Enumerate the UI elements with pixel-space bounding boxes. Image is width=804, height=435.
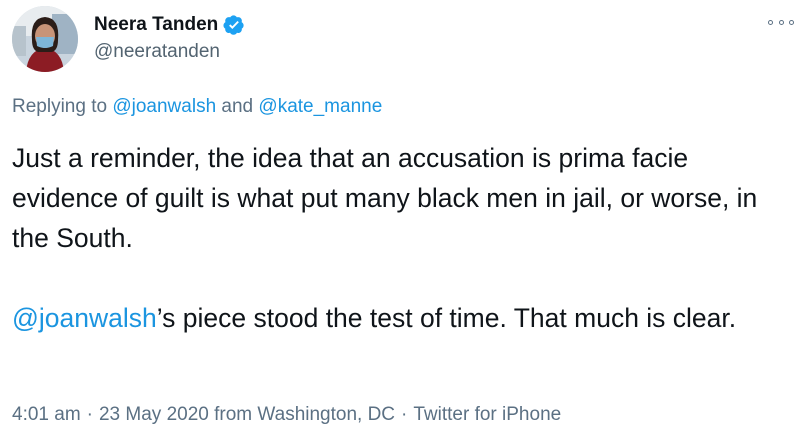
display-name[interactable]: Neera Tanden (94, 14, 218, 36)
profile-photo (12, 6, 78, 72)
tweet-time[interactable]: 4:01 am (12, 404, 81, 425)
tweet: Neera Tanden @neeratanden Replying to @j… (0, 0, 804, 435)
more-dot (789, 19, 794, 25)
replying-conjunction: and (216, 96, 259, 117)
more-options-icon[interactable] (768, 14, 794, 30)
tweet-metadata: 4:01 am · 23 May 2020 from Washington, DC ·… (12, 404, 561, 426)
tweet-text-paragraph-2: @joanwalsh’s piece stood the test of tim… (12, 298, 792, 338)
separator: · (401, 404, 408, 425)
replying-to: Replying to @joanwalsh and @kate_manne (12, 96, 382, 118)
tweet-text-paragraph-1: Just a reminder, the idea that an accusa… (12, 143, 765, 253)
verified-badge-icon (223, 15, 244, 35)
separator: · (86, 404, 93, 425)
mention-kate-manne[interactable]: @kate_manne (258, 96, 382, 117)
paragraph-2-text: ’s piece stood the test of time. That mu… (156, 303, 737, 333)
mention-joanwalsh[interactable]: @joanwalsh (112, 96, 216, 117)
user-handle[interactable]: @neeratanden (94, 41, 220, 63)
more-dot (778, 19, 784, 25)
avatar[interactable] (12, 6, 78, 72)
body-mention-joanwalsh[interactable]: @joanwalsh (12, 303, 157, 333)
tweet-client[interactable]: Twitter for iPhone (413, 404, 561, 425)
tweet-date-location[interactable]: 23 May 2020 from Washington, DC (99, 404, 395, 425)
more-dot (768, 19, 773, 25)
replying-prefix: Replying to (12, 96, 113, 117)
